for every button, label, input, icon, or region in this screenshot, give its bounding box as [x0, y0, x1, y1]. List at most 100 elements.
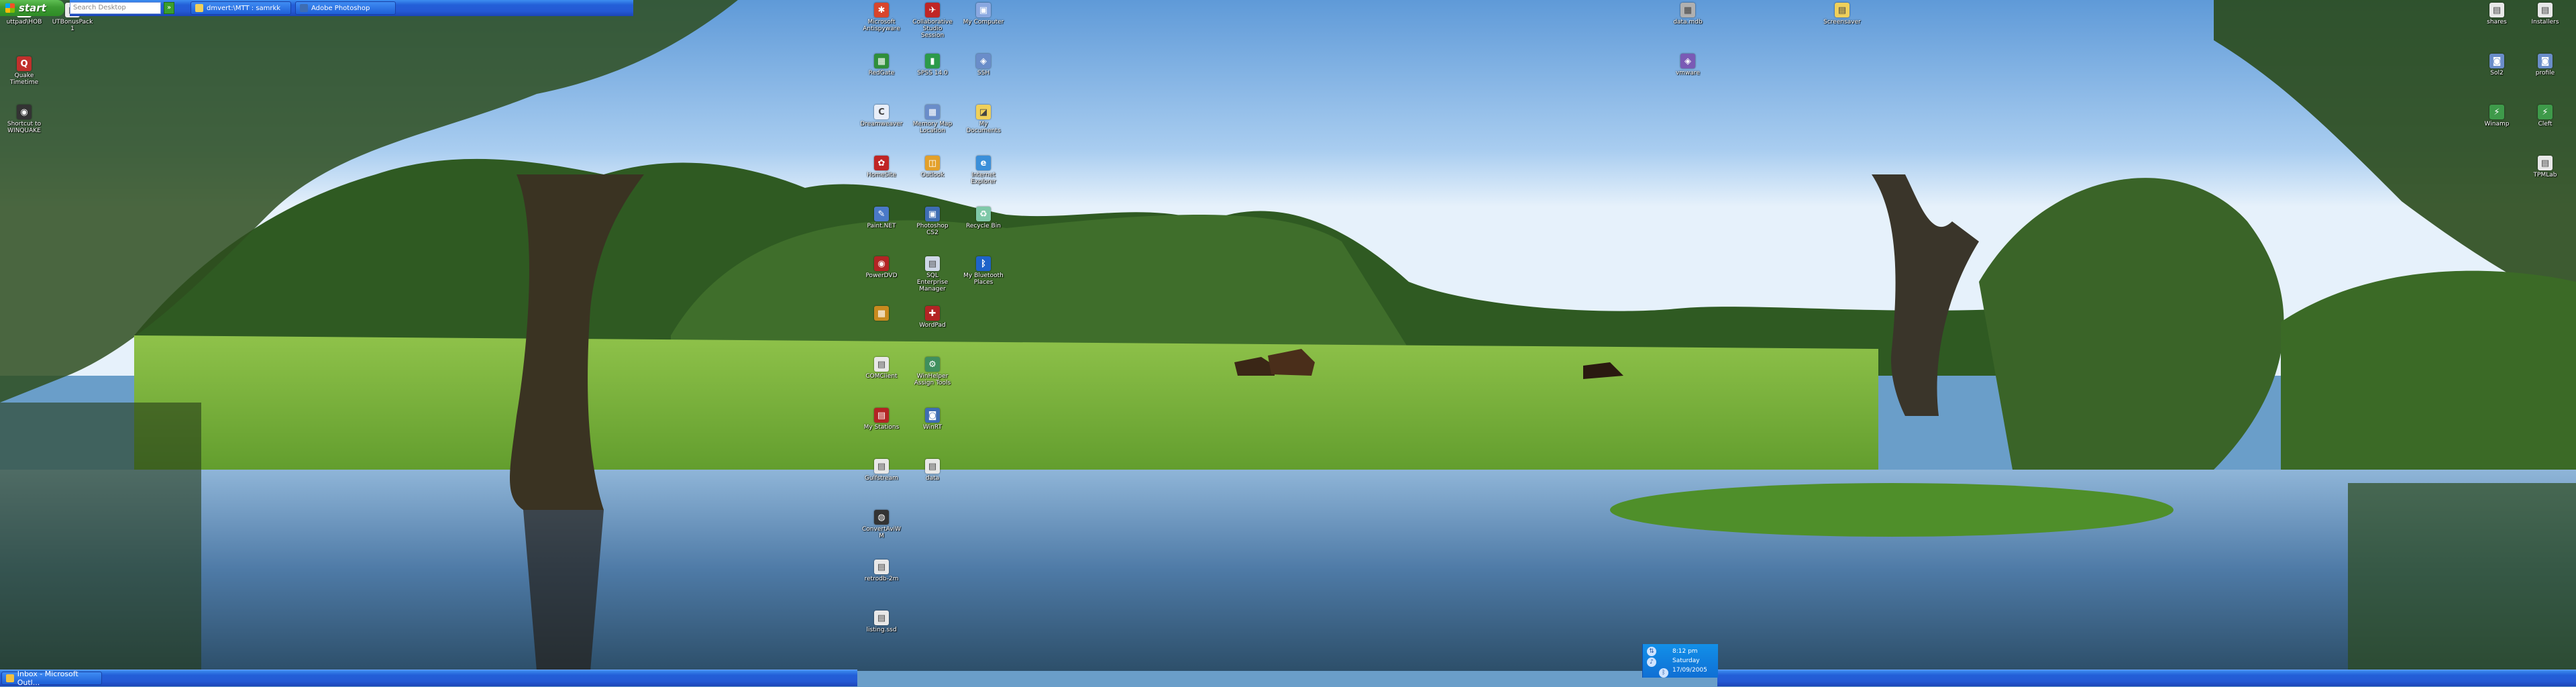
shortcut-icon: ▤	[2538, 156, 2553, 170]
desktop-icon-c1r7[interactable]: ▦	[860, 306, 903, 349]
desktop-icon-c2r1[interactable]: ✈ Collaborative Studio Session	[911, 3, 954, 46]
desktop-icon-label: Photoshop CS2	[916, 223, 949, 236]
shortcut-icon: ▤	[874, 560, 889, 574]
desktop-icon-label: TPMLab	[2533, 172, 2557, 178]
shortcut-icon: ✱	[874, 3, 889, 17]
desktop-icon-c1r1[interactable]: ✱ Microsoft Antispyware	[860, 3, 903, 46]
desktop-icon-label: Paint.NET	[867, 223, 896, 229]
desktop-icon-c3r5[interactable]: ♻ Recycle Bin	[962, 207, 1005, 250]
desktop-icon-c1r4[interactable]: ✿ HomeSite	[860, 156, 903, 199]
desktop-icon-label: WordPad	[919, 322, 946, 329]
desktop-icon-label: Cleft	[2538, 121, 2553, 127]
shortcut-icon: ◪	[976, 105, 991, 119]
taskbar-right-monitor	[1717, 670, 2576, 686]
desktop-icon-c7r2[interactable]: ◙ profile	[2524, 54, 2567, 97]
desktop-icon-label: shares	[2487, 19, 2507, 25]
shortcut-icon: ✈	[925, 3, 940, 17]
desktop-icon-label: My Documents	[966, 121, 1001, 134]
desktop-icon-label: UTBonusPack1	[52, 19, 93, 32]
taskbar-button-photoshop[interactable]: Adobe Photoshop	[295, 1, 396, 15]
shortcut-icon: ▦	[1680, 3, 1695, 17]
folder-icon	[195, 4, 203, 12]
desktop-icon-label: Sol2	[2490, 70, 2504, 76]
clock-date: 17/09/2005	[1672, 667, 1707, 674]
desktop-icon-winquake[interactable]: ◉ Shortcut to WINQUAKE	[3, 105, 46, 148]
desktop-icon-label: WinHelper Assign Tools	[914, 373, 951, 386]
desktop-wallpaper	[0, 0, 2576, 671]
shortcut-icon: ◉	[874, 256, 889, 271]
shortcut-icon: ▤	[2538, 3, 2553, 17]
desktop-icon-c4r2[interactable]: ◈ vmware	[1666, 54, 1709, 97]
start-label: start	[19, 2, 46, 14]
clock-time[interactable]: 8:12 pm	[1672, 648, 1698, 655]
taskbar-button-outlook[interactable]: Inbox - Microsoft Outl...	[1, 670, 102, 687]
shortcut-icon: ✚	[925, 306, 940, 321]
desktop-icon-c7r3[interactable]: ⚡ Cleft	[2524, 105, 2567, 148]
shortcut-icon: ✎	[874, 207, 889, 221]
desktop-icon-c1r10[interactable]: ▤ Gulfstream	[860, 459, 903, 502]
volume-icon[interactable]: ♪	[1647, 657, 1656, 667]
desktop-icon-c1r5[interactable]: ✎ Paint.NET	[860, 207, 903, 250]
desktop-icon-label: Gulfstream	[865, 475, 898, 482]
taskbar-button-window-1[interactable]: dmvert:\MTT : samrkk	[191, 1, 291, 15]
desktop-search-input[interactable]: Search Desktop	[70, 2, 161, 14]
start-button[interactable]: start	[0, 0, 64, 16]
desktop-icon-label: SSH	[977, 70, 990, 76]
desktop-icon-label: Outlook	[920, 172, 945, 178]
desktop-icon-c7r4[interactable]: ▤ TPMLab	[2524, 156, 2567, 199]
desktop-icon-c1r11[interactable]: ◍ ConvertAviWM	[860, 510, 903, 553]
desktop-icon-label: uttpad\HOB	[6, 19, 42, 25]
desktop-icon-c6r3[interactable]: ⚡ Winamp	[2475, 105, 2518, 148]
desktop-icon-c2r8[interactable]: ⚙ WinHelper Assign Tools	[911, 357, 954, 400]
shortcut-icon: ᛒ	[976, 256, 991, 271]
shortcut-icon: e	[976, 156, 991, 170]
desktop-icon-quake[interactable]: Q Quake Timetime	[3, 56, 46, 99]
desktop-icon-c2r9[interactable]: ◙ WinRT	[911, 408, 954, 451]
desktop-icon-c3r1[interactable]: ▣ My Computer	[962, 3, 1005, 46]
desktop-icon-c3r2[interactable]: ◈ SSH	[962, 54, 1005, 97]
desktop-icon-label: PowerDVD	[865, 272, 898, 279]
desktop-icon-c1r8[interactable]: ▤ COMClient	[860, 357, 903, 400]
desktop-icon-c6r2[interactable]: ◙ Sol2	[2475, 54, 2518, 97]
taskbar-button-label: Inbox - Microsoft Outl...	[17, 670, 78, 687]
desktop-icon-c4r1[interactable]: ▦ data.mdb	[1666, 3, 1709, 46]
search-go-button[interactable]: »	[164, 2, 174, 14]
desktop-icon-label: vmware	[1675, 70, 1700, 76]
desktop-icon-label: Dreamweaver	[860, 121, 903, 127]
desktop-icon-c2r2[interactable]: ▮ SPSS 14.0	[911, 54, 954, 97]
desktop-icon-c1r6[interactable]: ◉ PowerDVD	[860, 256, 903, 299]
desktop-icon-c5r1[interactable]: ▤ Screensaver	[1821, 3, 1864, 46]
shortcut-icon: ▤	[874, 459, 889, 474]
network-icon[interactable]: ⇅	[1647, 647, 1656, 656]
desktop-icon-c1r9[interactable]: ▤ My Stations	[860, 408, 903, 451]
shortcut-icon: ◙	[925, 408, 940, 423]
desktop-icon-c7r1[interactable]: ▤ Installers	[2524, 3, 2567, 46]
desktop-icon-label: COMClient	[865, 373, 898, 380]
desktop-icon-c2r4[interactable]: ◫ Outlook	[911, 156, 954, 199]
shortcut-icon: Q	[17, 56, 32, 71]
desktop-icon-label: My Computer	[963, 19, 1004, 25]
desktop-icon-c2r6[interactable]: ▤ SQL Enterprise Manager	[911, 256, 954, 299]
shortcut-icon: ▤	[925, 459, 940, 474]
desktop-icon-label: Internet Explorer	[971, 172, 996, 185]
desktop-icon-c6r1[interactable]: ▤ shares	[2475, 3, 2518, 46]
desktop-icon-c3r3[interactable]: ◪ My Documents	[962, 105, 1005, 148]
shortcut-icon: ◙	[2538, 54, 2553, 68]
desktop-icon-label: listing.ssd	[866, 627, 897, 633]
desktop-icon-c2r5[interactable]: ▣ Photoshop CS2	[911, 207, 954, 250]
desktop-icon-c3r4[interactable]: e Internet Explorer	[962, 156, 1005, 199]
shortcut-icon: ◍	[874, 510, 889, 525]
desktop-icon-c1r12[interactable]: ▤ retrodb-2m	[860, 560, 903, 602]
desktop-icon-c1r3[interactable]: C Dreamweaver	[860, 105, 903, 148]
desktop-icon-c3r6[interactable]: ᛒ My Bluetooth Places	[962, 256, 1005, 299]
desktop-icon-c1r13[interactable]: ▤ listing.ssd	[860, 611, 903, 653]
outlook-icon	[6, 674, 14, 682]
bluetooth-icon[interactable]: ᛒ	[1659, 668, 1668, 678]
desktop-icon-c2r3[interactable]: ▦ Memory Map Location	[911, 105, 954, 148]
desktop-icon-c2r10[interactable]: ▤ data	[911, 459, 954, 502]
desktop-icon-label: Quake Timetime	[9, 72, 39, 86]
desktop-icon-c2r7[interactable]: ✚ WordPad	[911, 306, 954, 349]
desktop-icon-label: WinRT	[922, 424, 942, 431]
desktop-icon-c1r2[interactable]: ▦ RedGate	[860, 54, 903, 97]
desktop-icon-label: HomeSite	[867, 172, 896, 178]
